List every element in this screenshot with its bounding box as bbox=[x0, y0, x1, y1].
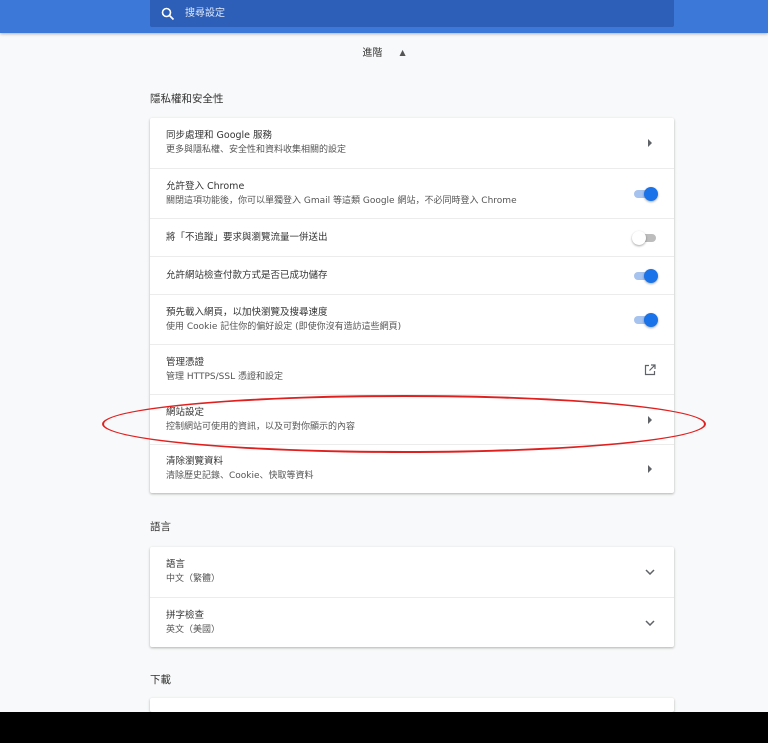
toggle-allow-chrome-signin[interactable] bbox=[632, 186, 658, 201]
row-primary: 語言 bbox=[166, 559, 186, 570]
toggle-do-not-track[interactable] bbox=[632, 230, 658, 245]
row-secondary: 關閉這項功能後，你可以單獨登入 Gmail 等這類 Google 網站，不必同時… bbox=[166, 195, 517, 206]
chevron-down-icon bbox=[644, 617, 656, 629]
row-primary: 允許登入 Chrome bbox=[166, 180, 245, 192]
privacy-section-title: 隱私權和安全性 bbox=[150, 93, 224, 105]
toggle-preload-pages[interactable] bbox=[632, 312, 658, 327]
downloads-card bbox=[150, 698, 674, 712]
row-language[interactable]: 語言 中文（繁體） bbox=[150, 547, 674, 597]
bottom-black-bar bbox=[0, 712, 768, 743]
row-primary: 允許網站檢查付款方式是否已成功儲存 bbox=[166, 270, 328, 281]
row-site-settings[interactable]: 網站設定 控制網站可使用的資訊，以及可對你顯示的內容 bbox=[150, 394, 674, 444]
row-primary: 網站設定 bbox=[166, 406, 205, 418]
row-primary: 同步處理和 Google 服務 bbox=[166, 130, 273, 141]
row-secondary: 使用 Cookie 記住你的偏好設定 (即使你沒有造訪這些網頁) bbox=[166, 321, 402, 332]
row-clear-browsing-data[interactable]: 清除瀏覽資料 清除歷史記錄、Cookie、快取等資料 bbox=[150, 444, 674, 493]
row-secondary: 中文（繁體） bbox=[166, 574, 221, 584]
advanced-label: 進階 bbox=[362, 48, 383, 59]
external-link-icon bbox=[644, 363, 656, 376]
arrow-right-icon bbox=[644, 463, 656, 475]
row-spell-check[interactable]: 拼字檢查 英文（美國） bbox=[150, 597, 674, 647]
search-input[interactable] bbox=[183, 7, 657, 20]
row-secondary: 英文（美國） bbox=[166, 624, 221, 635]
top-toolbar bbox=[0, 0, 768, 33]
row-primary: 管理憑證 bbox=[166, 356, 205, 368]
search-box[interactable] bbox=[150, 0, 674, 27]
row-primary: 將「不追蹤」要求與瀏覽流量一併送出 bbox=[166, 232, 328, 243]
languages-section-title: 語言 bbox=[150, 521, 171, 533]
row-preload-pages: 預先載入網頁，以加快瀏覽及搜尋速度 使用 Cookie 記住你的偏好設定 (即使… bbox=[150, 294, 674, 344]
search-icon bbox=[161, 7, 175, 20]
row-secondary: 管理 HTTPS/SSL 憑證和設定 bbox=[166, 371, 283, 382]
row-secondary: 控制網站可使用的資訊，以及可對你顯示的內容 bbox=[166, 421, 356, 432]
downloads-section-title: 下載 bbox=[150, 674, 171, 686]
row-primary: 預先載入網頁，以加快瀏覽及搜尋速度 bbox=[166, 306, 328, 318]
privacy-card: 同步處理和 Google 服務 更多與隱私權、安全性和資料收集相關的設定 允許登… bbox=[150, 118, 674, 493]
row-allow-chrome-signin: 允許登入 Chrome 關閉這項功能後，你可以單獨登入 Gmail 等這類 Go… bbox=[150, 168, 674, 218]
languages-card: 語言 中文（繁體） 拼字檢查 英文（美國） bbox=[150, 547, 674, 647]
row-secondary: 清除歷史記錄、Cookie、快取等資料 bbox=[166, 471, 314, 481]
row-sync-google-services[interactable]: 同步處理和 Google 服務 更多與隱私權、安全性和資料收集相關的設定 bbox=[150, 118, 674, 168]
row-secondary: 更多與隱私權、安全性和資料收集相關的設定 bbox=[166, 145, 347, 155]
row-primary: 拼字檢查 bbox=[166, 609, 205, 621]
chevron-down-icon bbox=[644, 566, 656, 578]
caret-up-icon: ▲ bbox=[399, 48, 406, 57]
row-manage-certificates[interactable]: 管理憑證 管理 HTTPS/SSL 憑證和設定 bbox=[150, 344, 674, 394]
arrow-right-icon bbox=[644, 414, 656, 426]
row-primary: 清除瀏覽資料 bbox=[166, 456, 224, 467]
row-payment-methods: 允許網站檢查付款方式是否已成功儲存 bbox=[150, 256, 674, 294]
advanced-toggle[interactable]: 進階 ▲ bbox=[0, 44, 768, 63]
toggle-payment-methods[interactable] bbox=[632, 268, 658, 283]
arrow-right-icon bbox=[644, 137, 656, 149]
row-do-not-track: 將「不追蹤」要求與瀏覽流量一併送出 bbox=[150, 218, 674, 256]
